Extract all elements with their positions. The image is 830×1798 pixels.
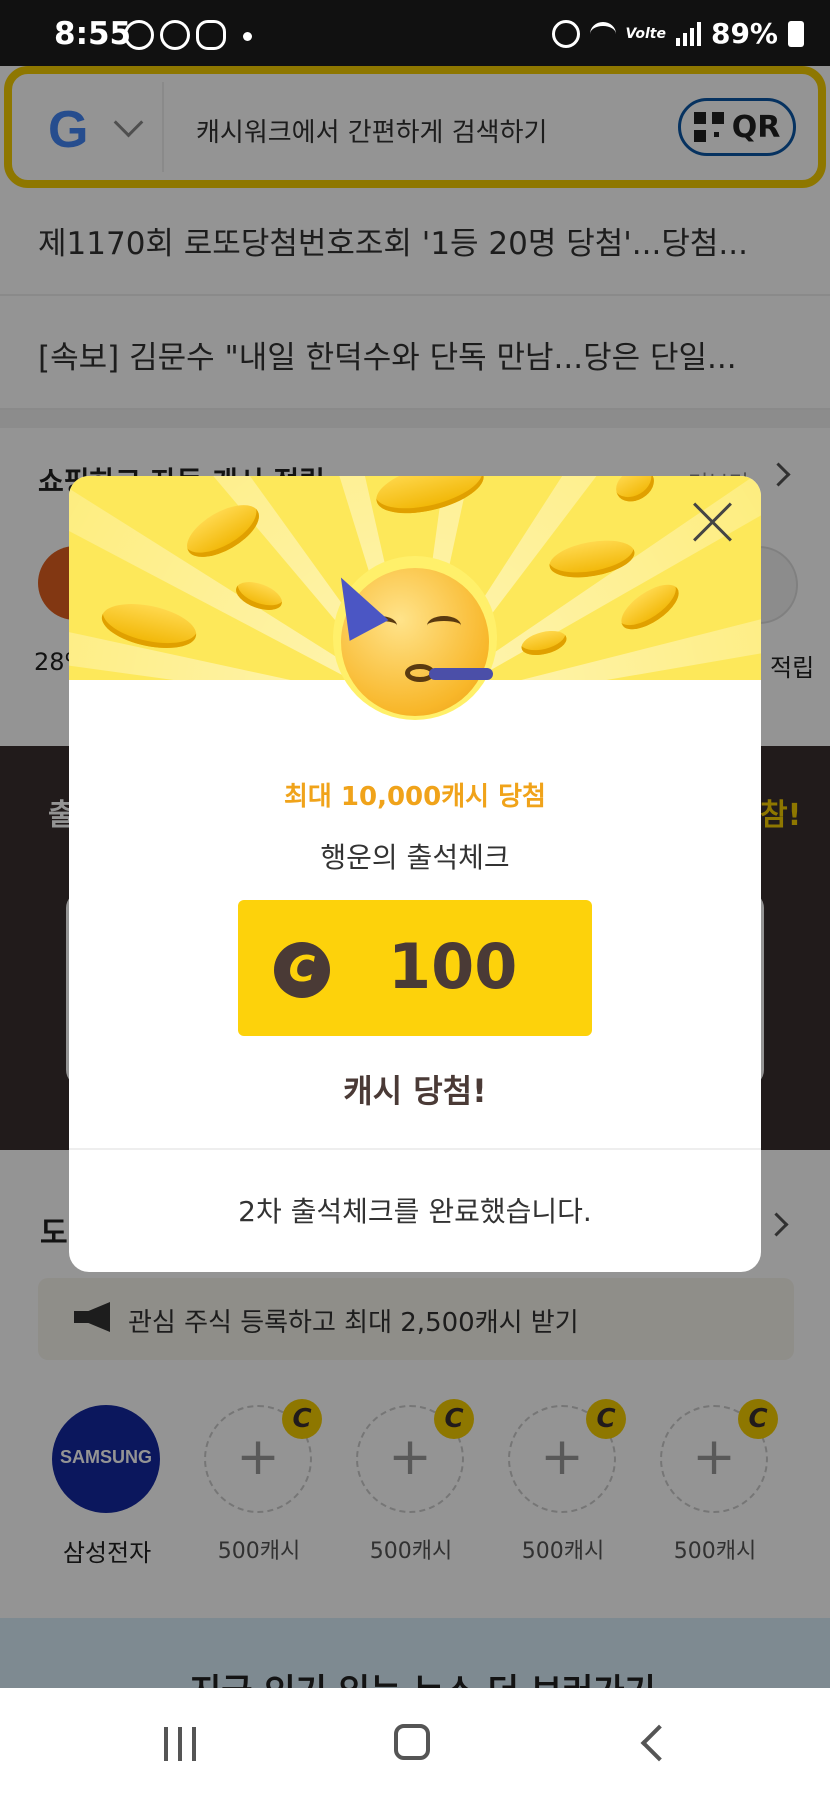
reward-amount-box: C 100 [238,900,592,1036]
modal-subtitle: 최대 10,000캐시 당첨 [284,782,546,812]
home-icon[interactable] [394,1724,430,1760]
reward-amount: 100 [388,930,518,1003]
attendance-complete-text: 2차 출석체크를 완료했습니다. [238,1195,592,1228]
status-right: Volte 89% [551,17,804,50]
party-horn-icon [429,668,493,680]
alarm-icon [551,19,580,48]
recent-apps-icon[interactable] [164,1727,196,1761]
coin-icon [371,476,489,523]
volte-label: Volte [625,25,666,42]
close-icon[interactable] [691,500,735,544]
battery-percent: 89% [710,17,778,50]
battery-icon [788,20,804,47]
signal-icon [675,21,701,46]
modal-title: 행운의 출석체크 [320,841,510,874]
reward-won-text: 캐시 당첨! [343,1072,487,1110]
status-time: 8:55 [54,16,132,52]
b-app-notification-icon [160,20,190,50]
status-bar: 8:55 Volte 89% [0,0,830,66]
emoji-eye [427,616,461,635]
attendance-reward-modal: 최대 10,000캐시 당첨 행운의 출석체크 C 100 캐시 당첨! 2차 … [69,476,761,1272]
chat-notification-icon [196,20,226,50]
wifi-icon [589,21,616,46]
cash-coin-icon: C [274,942,330,998]
more-notifications-dot-icon [243,32,252,41]
app-notification-icon [124,20,154,50]
coin-icon [610,476,660,508]
modal-divider [69,1148,761,1150]
